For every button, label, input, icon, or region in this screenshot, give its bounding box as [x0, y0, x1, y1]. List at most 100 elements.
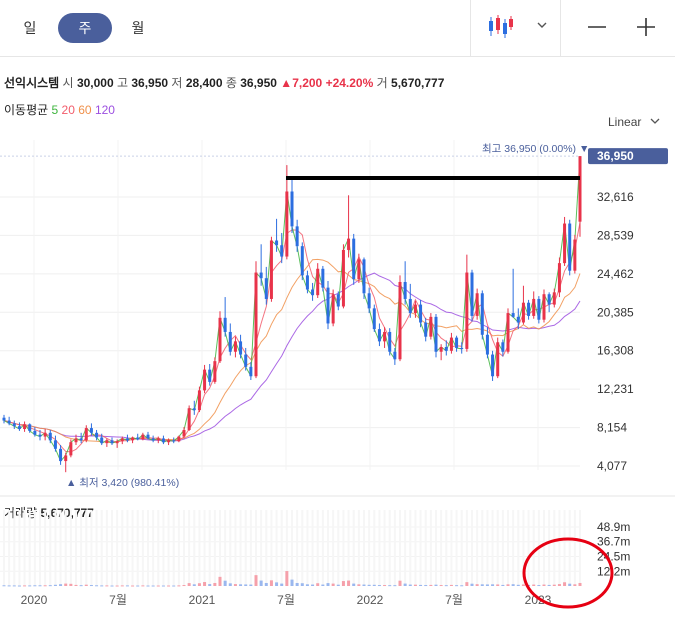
candle-body [233, 341, 237, 352]
volume-bar [521, 584, 525, 586]
ma-20: 20 [61, 103, 75, 117]
candle-body [521, 302, 525, 323]
volume-bar [239, 584, 243, 586]
candle-body [239, 341, 243, 355]
candle-body [28, 424, 32, 431]
volume-bar [563, 582, 567, 586]
volume-bar [38, 585, 42, 587]
tab-monthly[interactable]: 월 [120, 13, 156, 43]
volume-bar [84, 584, 88, 586]
candle-body [69, 442, 73, 456]
ma-5: 5 [51, 103, 59, 117]
price-tick-label: 32,616 [597, 190, 634, 204]
stock-name: 선익시스템 [4, 76, 60, 90]
volume-bar [455, 585, 459, 587]
candle-body [177, 436, 181, 442]
volume-bar [568, 583, 572, 586]
volume-bar [383, 585, 387, 587]
open-label: 시 [62, 76, 74, 90]
volume-tick-label: 12.2m [597, 564, 630, 578]
candlestick-icon[interactable] [486, 14, 514, 40]
candle-body [511, 313, 515, 317]
candle-body [367, 293, 371, 309]
candle-body [413, 304, 417, 314]
open-value: 30,000 [76, 76, 114, 90]
candle-body [398, 281, 402, 360]
volume-bar [69, 583, 73, 586]
close-value: 36,950 [240, 76, 277, 90]
volume-bar [501, 584, 505, 586]
ma-120-line [3, 272, 581, 442]
volume-bar [151, 585, 155, 587]
candle-body [537, 298, 541, 320]
candle-body [501, 342, 505, 352]
low-label: 저 [171, 76, 183, 90]
volume-bar [223, 580, 227, 586]
volume-bar [264, 582, 268, 586]
price-chart[interactable]: 4,077 8,154 12,231 16,308 20,385 24,462 28,539… [0, 0, 675, 626]
volume-label: 거 [376, 76, 388, 90]
max-price-marker: 최고 36,950 (0.00%) ▼ [482, 143, 589, 155]
candle-body [455, 337, 459, 348]
plus-icon[interactable] [634, 15, 658, 39]
volume-bar [2, 585, 6, 587]
ma-60: 60 [78, 103, 92, 117]
candle-body [449, 337, 453, 351]
volume-value: 5,670,777 [391, 76, 445, 90]
candle-body [136, 437, 140, 440]
candle-body [2, 417, 6, 421]
tab-weekly[interactable]: 주 [58, 13, 112, 43]
candle-body [542, 294, 546, 320]
candle-body [578, 156, 582, 222]
volume-bar [408, 584, 412, 586]
candle-body [321, 268, 325, 288]
volume-bar [59, 584, 63, 586]
volume-bar [398, 580, 402, 586]
candle-body [208, 369, 212, 382]
volume-bar [131, 585, 135, 587]
candle-body [434, 316, 438, 352]
volume-bar [393, 585, 397, 587]
volume-tick-label: 36.7m [597, 535, 630, 549]
tab-daily[interactable]: 일 [12, 13, 48, 43]
ma-label: 이동평균 [4, 103, 49, 117]
candle-body [167, 440, 171, 443]
candle-body [269, 240, 273, 299]
volume-bar [578, 582, 582, 586]
current-price-label: 36,950 [597, 149, 634, 163]
candle-body [352, 238, 356, 280]
candle-body [506, 313, 510, 352]
volume-bar [146, 585, 150, 587]
scale-dropdown[interactable]: Linear [608, 115, 661, 129]
candle-body [223, 317, 227, 332]
candle-body [439, 347, 443, 352]
candle-body [259, 272, 263, 279]
candle-body [491, 354, 495, 377]
volume-bar [449, 584, 453, 586]
candle-body [33, 430, 37, 435]
candle-body [197, 390, 201, 411]
volume-bar [218, 576, 222, 586]
volume-bar [573, 584, 577, 586]
volume-bar [516, 584, 520, 586]
candle-body [331, 294, 335, 324]
price-tick-label: 4,077 [597, 459, 627, 473]
candle-body [403, 281, 407, 299]
candle-body [377, 329, 381, 342]
volume-bar [110, 585, 114, 587]
volume-bar [43, 585, 47, 587]
volume-bar [547, 584, 551, 586]
time-axis-label: 2021 [189, 593, 216, 607]
candle-body [79, 438, 83, 441]
volume-bar [372, 584, 376, 586]
volume-bar [511, 584, 515, 586]
volume-bar [485, 584, 489, 586]
chevron-down-icon[interactable] [536, 20, 548, 30]
highlight-circle-annotation [522, 537, 614, 609]
candle-body [305, 275, 309, 290]
volume-bar [244, 584, 248, 586]
volume-bar [388, 585, 392, 587]
minus-icon[interactable] [586, 17, 608, 37]
candle-body [125, 438, 129, 441]
candle-body [89, 428, 93, 433]
